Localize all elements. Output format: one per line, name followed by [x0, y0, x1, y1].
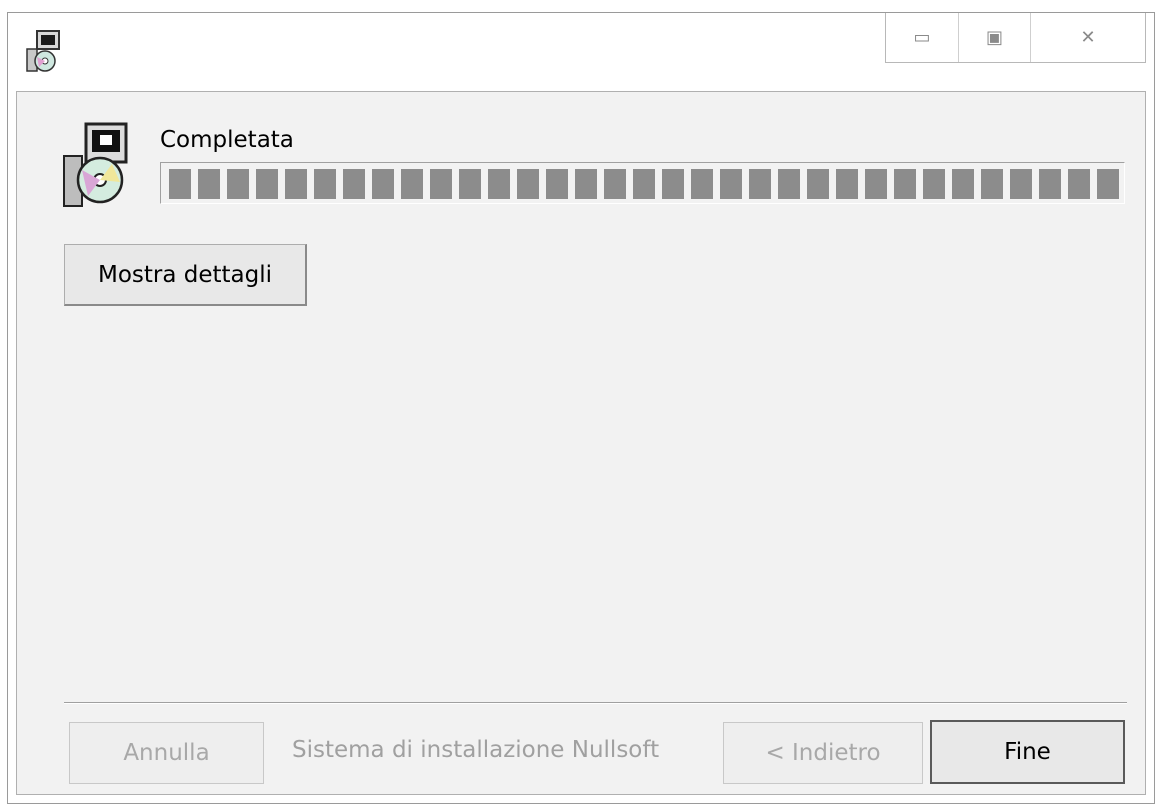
back-button[interactable]: < Indietro [723, 722, 923, 784]
installer-icon [26, 30, 60, 72]
installer-window: ▭ ▣ ✕ Completata Mostra dettagli Annulla… [7, 12, 1155, 804]
maximize-icon: ▣ [985, 27, 1003, 48]
installer-client-area: Completata Mostra dettagli Annulla Siste… [16, 91, 1146, 795]
minimize-icon: ▭ [913, 27, 931, 48]
setup-icon [63, 122, 128, 207]
close-button[interactable]: ✕ [1030, 13, 1145, 62]
cancel-button[interactable]: Annulla [69, 722, 264, 784]
title-bar[interactable]: ▭ ▣ ✕ [8, 13, 1154, 87]
show-details-button[interactable]: Mostra dettagli [64, 244, 307, 306]
footer-separator [64, 702, 1127, 704]
status-label: Completata [160, 127, 294, 153]
progress-fill [169, 169, 1120, 199]
minimize-button[interactable]: ▭ [886, 13, 958, 62]
branding-text: Sistema di installazione Nullsoft [292, 737, 660, 763]
caption-buttons: ▭ ▣ ✕ [885, 13, 1146, 63]
progress-bar [160, 162, 1125, 204]
finish-button[interactable]: Fine [930, 720, 1125, 784]
close-icon: ✕ [1080, 27, 1096, 48]
maximize-button[interactable]: ▣ [958, 13, 1030, 62]
